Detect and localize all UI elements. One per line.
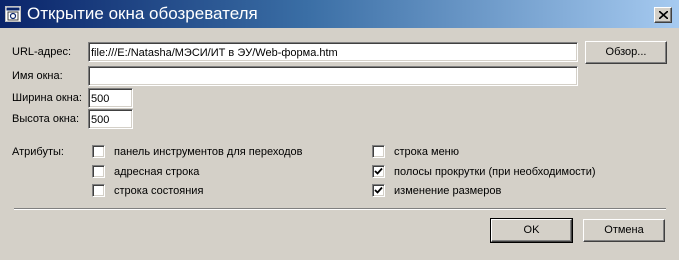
menu-bar-checkbox[interactable] [372,145,385,158]
checkmark-icon [374,167,383,175]
resizable-checkbox-label[interactable]: изменение размеров [394,184,501,198]
window-name-label: Имя окна: [12,70,63,82]
cancel-button[interactable]: Отмена [583,219,665,242]
status-bar-checkbox-label[interactable]: строка состояния [114,184,203,198]
menu-bar-checkbox-label[interactable]: строка меню [394,145,459,159]
browse-button[interactable]: Обзор... [585,41,667,64]
status-bar-checkbox[interactable] [92,184,105,197]
scrollbars-checkbox-label[interactable]: полосы прокрутки (при необходимости) [394,165,596,179]
scrollbars-checkbox[interactable] [372,165,385,178]
window-width-label: Ширина окна: [12,92,82,104]
window-height-input[interactable]: 500 [88,109,133,129]
separator [14,208,666,210]
address-bar-checkbox-label[interactable]: адресная строка [114,165,199,179]
attributes-label: Атрибуты: [12,146,64,158]
toolbar-checkbox-label[interactable]: панель инструментов для переходов [114,145,302,159]
dialog-window: Открытие окна обозревателя URL-адрес: fi… [0,0,679,260]
close-icon [659,11,668,19]
ok-button[interactable]: OK [490,218,573,243]
close-button[interactable] [654,7,672,23]
resizable-checkbox[interactable] [372,184,385,197]
browser-window-icon [5,6,21,22]
toolbar-checkbox[interactable] [92,145,105,158]
window-height-label: Высота окна: [12,113,80,125]
window-title: Открытие окна обозревателя [27,4,258,23]
window-width-input[interactable]: 500 [88,88,133,108]
url-label: URL-адрес: [12,46,71,58]
url-input[interactable]: file:///E:/Natasha/МЭСИ/ИТ в ЭУ/Web-форм… [88,42,578,62]
title-bar[interactable]: Открытие окна обозревателя [0,0,679,28]
checkmark-icon [374,186,383,194]
address-bar-checkbox[interactable] [92,165,105,178]
window-name-input[interactable] [88,66,578,86]
